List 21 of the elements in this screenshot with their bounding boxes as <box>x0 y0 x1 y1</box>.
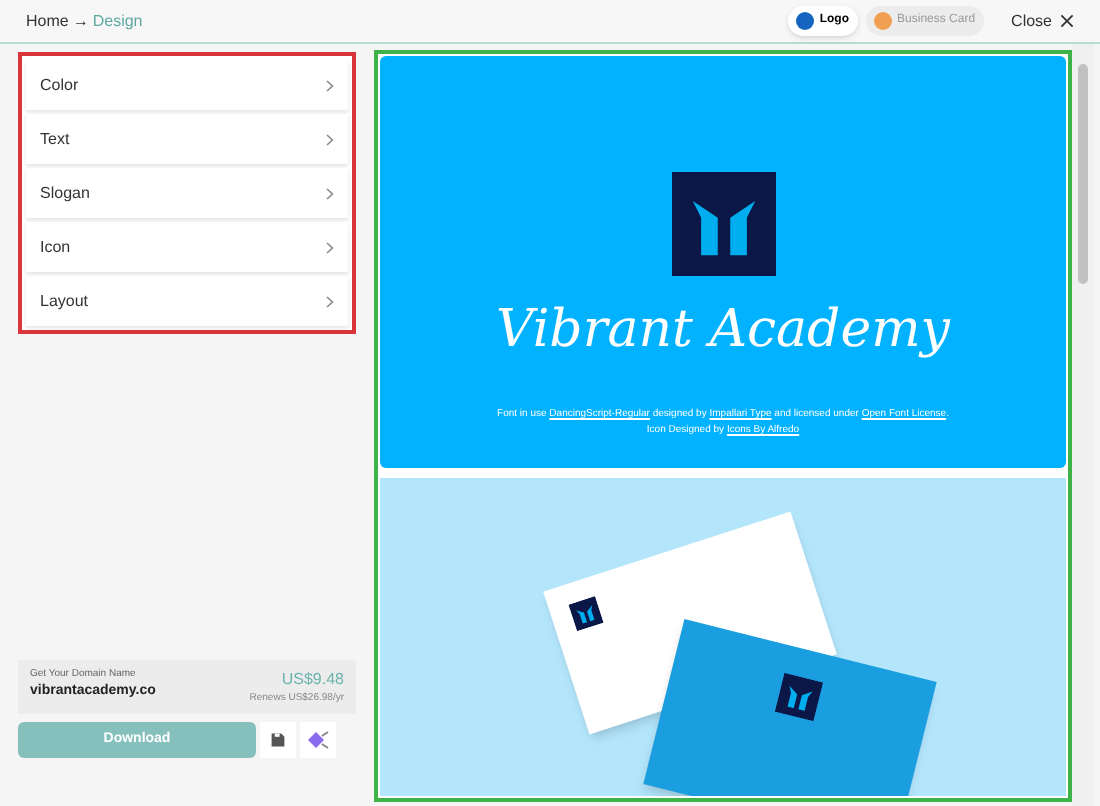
save-icon[interactable] <box>260 722 296 758</box>
home-link[interactable]: Home <box>26 9 69 33</box>
chevron-icon <box>326 241 334 253</box>
card-logo-icon <box>568 596 604 632</box>
menu-item[interactable]: Text <box>26 114 348 164</box>
domain-price: US$9.48 <box>281 667 344 691</box>
chevron-icon <box>326 295 334 307</box>
close-button[interactable]: Close <box>1011 9 1074 33</box>
close-icon <box>1060 14 1074 28</box>
card-logo-icon <box>774 672 824 722</box>
logo-icon <box>671 172 775 276</box>
chevron-icon <box>326 187 334 199</box>
menu-item[interactable]: Layout <box>26 276 348 326</box>
logo-title: Vibrant Academy <box>496 298 950 364</box>
menu-item[interactable]: Slogan <box>26 168 348 218</box>
menu-item[interactable]: Icon <box>26 222 348 272</box>
breadcrumb-arrow: → <box>72 9 89 33</box>
menu-item[interactable]: Color <box>26 60 348 110</box>
chevron-icon <box>326 79 334 91</box>
current-page: Design <box>92 9 143 33</box>
chevron-icon <box>326 133 334 145</box>
